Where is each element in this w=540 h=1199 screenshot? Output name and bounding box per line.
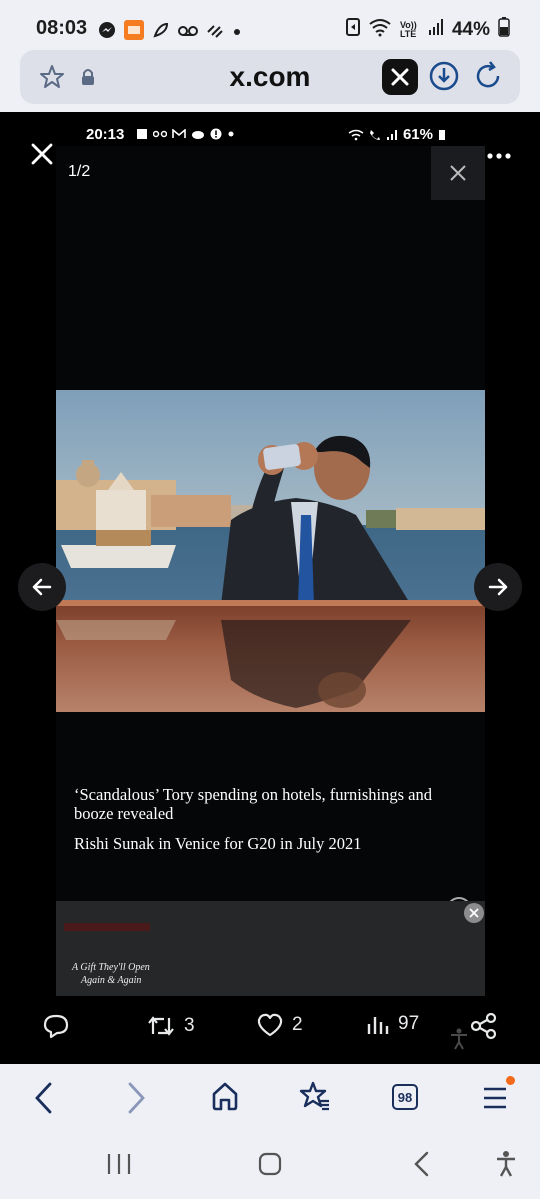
repost-icon xyxy=(148,1016,174,1036)
back-nav-button[interactable] xyxy=(410,1150,434,1183)
close-icon xyxy=(469,908,479,918)
views-button[interactable]: 97 xyxy=(366,1012,419,1036)
reload-icon[interactable] xyxy=(472,60,504,97)
feather-icon xyxy=(152,21,170,44)
ad-text-line1: A Gift They'll Open xyxy=(72,962,150,973)
inner-status-time: 20:13 xyxy=(86,126,125,143)
forward-button[interactable] xyxy=(122,1080,150,1121)
messenger-icon xyxy=(98,21,116,44)
image-counter: 1/2 xyxy=(68,163,91,180)
signal-icon xyxy=(386,129,397,140)
back-nav-icon xyxy=(414,1151,429,1177)
close-viewer-icon[interactable] xyxy=(28,140,56,173)
voicemail-icon xyxy=(178,24,198,42)
system-status-bar: 08:03 Vo)) LTE 44% xyxy=(0,0,540,56)
arrow-left-icon xyxy=(32,578,52,596)
nfc-icon xyxy=(345,17,360,42)
like-count: 2 xyxy=(292,1014,303,1035)
recent-apps-button[interactable] xyxy=(106,1152,132,1181)
more-options-icon[interactable] xyxy=(486,148,512,166)
like-button[interactable]: 2 xyxy=(256,1012,303,1038)
heart-icon xyxy=(257,1013,283,1037)
next-image-button[interactable] xyxy=(474,563,522,611)
wifi-icon xyxy=(368,17,392,42)
battery-icon xyxy=(439,129,445,140)
accessibility-icon xyxy=(448,1028,470,1050)
browser-toolbar: 98 xyxy=(0,1064,540,1136)
back-button[interactable] xyxy=(30,1080,58,1121)
advertisement[interactable]: A Gift They'll Open Again & Again xyxy=(56,901,485,996)
temu-icon xyxy=(124,20,144,45)
reply-icon xyxy=(43,1014,69,1039)
voicemail-icon xyxy=(153,130,167,138)
share-icon xyxy=(470,1012,497,1040)
view-count: 97 xyxy=(398,1013,420,1034)
alert-icon xyxy=(210,128,222,140)
post-actions: 3 2 97 xyxy=(0,1012,540,1052)
home-nav-icon xyxy=(258,1152,282,1176)
home-button[interactable] xyxy=(210,1080,240,1117)
system-navigation-bar xyxy=(0,1136,540,1199)
tabs-button[interactable]: 98 xyxy=(392,1084,418,1110)
photo-caption: Rishi Sunak in Venice for G20 in July 20… xyxy=(74,834,362,853)
dot-icon xyxy=(228,131,234,137)
chevron-left-icon xyxy=(35,1082,52,1114)
recent-apps-icon xyxy=(107,1154,131,1174)
hamburger-menu-icon xyxy=(484,1087,506,1109)
repost-button[interactable]: 3 xyxy=(146,1012,195,1040)
x-logo-icon[interactable] xyxy=(382,59,418,95)
inner-status-bar: 20:13 61% xyxy=(86,126,466,146)
reply-button[interactable] xyxy=(42,1012,70,1040)
browser-address-area: x.com xyxy=(0,50,540,112)
ad-close-button[interactable] xyxy=(464,903,484,923)
address-bar[interactable]: x.com xyxy=(20,50,520,104)
network-label: Vo)) LTE xyxy=(399,19,417,39)
notification-dot xyxy=(506,1076,515,1085)
article-headline: ‘Scandalous’ Tory spending on hotels, fu… xyxy=(74,785,432,823)
share-button[interactable] xyxy=(470,1012,498,1040)
bookmarks-button[interactable] xyxy=(298,1080,332,1117)
menu-button[interactable] xyxy=(482,1086,508,1115)
battery-percent: 44% xyxy=(451,18,490,40)
chevron-right-icon xyxy=(128,1082,145,1114)
inner-close-button xyxy=(431,146,485,200)
calendar-icon xyxy=(137,129,147,139)
battery-icon xyxy=(498,17,510,42)
wifi-icon xyxy=(348,129,364,140)
ad-text-line2: Again & Again xyxy=(81,975,142,986)
call-icon xyxy=(369,129,380,140)
gmail-icon xyxy=(172,129,186,138)
repost-count: 3 xyxy=(184,1015,195,1036)
star-list-icon xyxy=(299,1081,329,1111)
previous-image-button[interactable] xyxy=(18,563,66,611)
home-nav-button[interactable] xyxy=(258,1152,282,1181)
arrow-right-icon xyxy=(488,578,508,596)
accessibility-nav-button[interactable] xyxy=(494,1150,518,1183)
views-chart-icon xyxy=(367,1017,389,1034)
signal-icon xyxy=(428,18,444,41)
data-icon xyxy=(206,22,224,43)
media-viewer: 20:13 61% 1/2 ‘Scandalous’ Tory spending… xyxy=(0,112,540,1064)
cloud-icon xyxy=(192,131,204,139)
ad-logo xyxy=(64,923,150,931)
dot-icon xyxy=(232,24,242,42)
inner-battery-percent: 61% xyxy=(402,126,433,143)
accessibility-icon xyxy=(497,1151,515,1177)
news-photo[interactable] xyxy=(56,390,485,712)
status-time: 08:03 xyxy=(36,17,88,39)
download-icon[interactable] xyxy=(428,60,460,97)
home-icon xyxy=(212,1082,238,1111)
